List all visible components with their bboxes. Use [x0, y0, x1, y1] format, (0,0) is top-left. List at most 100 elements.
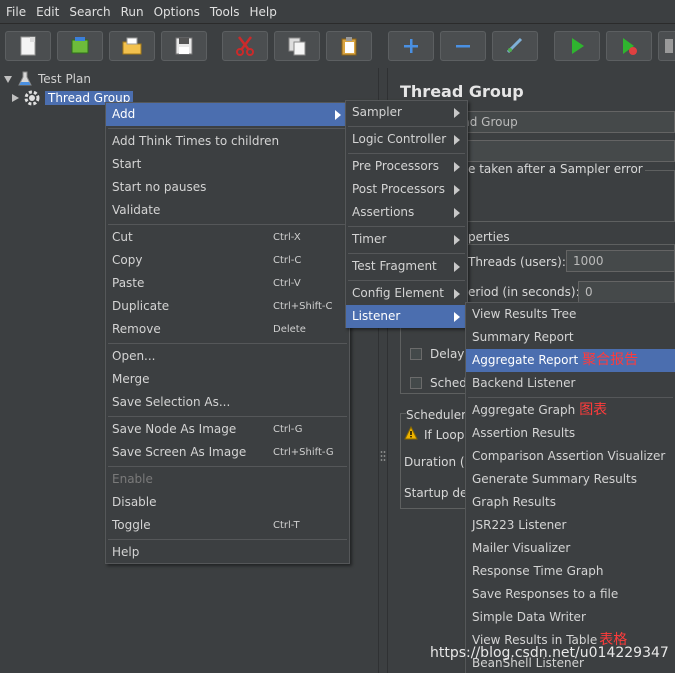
menu-item-label: Pre Processors [352, 159, 439, 173]
menu-item-comparison-assertion-visualizer[interactable]: Comparison Assertion Visualizer [466, 445, 675, 468]
threads-input[interactable]: 1000 [566, 250, 675, 272]
toggle-button[interactable] [492, 31, 538, 61]
menu-item-listener[interactable]: Listener [346, 305, 467, 328]
menu-separator [348, 226, 465, 227]
save-icon [175, 37, 193, 55]
copy-icon [288, 37, 306, 56]
menu-item-label: Add [112, 107, 136, 121]
menu-run[interactable]: Run [117, 0, 150, 24]
delay-checkbox[interactable] [410, 348, 422, 360]
comments-field[interactable] [448, 140, 675, 162]
menu-item-simple-data-writer[interactable]: Simple Data Writer [466, 606, 675, 629]
menu-item-start[interactable]: Start [106, 153, 349, 176]
menu-item-assertion-results[interactable]: Assertion Results [466, 422, 675, 445]
menu-item-summary-report[interactable]: Summary Report [466, 326, 675, 349]
menu-item-test-fragment[interactable]: Test Fragment [346, 255, 467, 278]
save-button[interactable] [161, 31, 207, 61]
menu-item-save-screen-image[interactable]: Save Screen As Image Ctrl+Shift-G [106, 441, 349, 464]
context-menu: Add Add Think Times to children Start St… [105, 102, 350, 564]
delay-label: Delay [430, 347, 465, 361]
menu-item-copy[interactable]: Copy Ctrl-C [106, 249, 349, 272]
menu-item-config-element[interactable]: Config Element [346, 282, 467, 305]
stop-button[interactable] [658, 31, 675, 61]
new-button[interactable] [5, 31, 51, 61]
menu-item-sampler[interactable]: Sampler [346, 101, 467, 124]
watermark-text: https://blog.csdn.net/u014229347 [430, 645, 669, 661]
menu-item-add[interactable]: Add [106, 103, 349, 126]
ramp-up-input[interactable]: 0 [578, 281, 675, 303]
menu-item-disable[interactable]: Disable [106, 491, 349, 514]
submenu-arrow-icon [335, 110, 341, 120]
menu-item-save-selection[interactable]: Save Selection As... [106, 391, 349, 414]
menu-item-add-think-times[interactable]: Add Think Times to children [106, 130, 349, 153]
cut-button[interactable] [222, 31, 268, 61]
tree-node-test-plan[interactable]: Test Plan [4, 70, 91, 88]
menu-item-label: Aggregate Report [472, 353, 579, 367]
splitter-grip-icon[interactable] [380, 450, 386, 464]
toolbar [0, 24, 675, 68]
menu-item-post-processors[interactable]: Post Processors [346, 178, 467, 201]
submenu-arrow-icon [454, 185, 460, 195]
menu-item-remove[interactable]: Remove Delete [106, 318, 349, 341]
annotation-label: 图表 [579, 402, 608, 418]
stop-icon [665, 39, 673, 53]
menu-tools[interactable]: Tools [206, 0, 246, 24]
submenu-arrow-icon [454, 235, 460, 245]
scheduler-checkbox[interactable] [410, 377, 422, 389]
menu-separator [348, 126, 465, 127]
menu-edit[interactable]: Edit [32, 0, 65, 24]
menu-item-help[interactable]: Help [106, 541, 349, 564]
menu-item-enable: Enable [112, 472, 153, 486]
menu-item-backend-listener[interactable]: Backend Listener [466, 372, 675, 395]
expand-all-button[interactable] [388, 31, 434, 61]
menu-item-save-responses[interactable]: Save Responses to a file [466, 583, 675, 606]
menu-item-paste[interactable]: Paste Ctrl-V [106, 272, 349, 295]
panel-title: Thread Group [400, 82, 524, 101]
expanded-arrow-icon[interactable] [4, 75, 12, 83]
menu-search[interactable]: Search [65, 0, 116, 24]
toggle-icon [506, 37, 523, 54]
menu-file[interactable]: File [2, 0, 32, 24]
menu-item-response-time-graph[interactable]: Response Time Graph [466, 560, 675, 583]
shortcut-label: Ctrl-V [273, 278, 301, 289]
menu-item-merge[interactable]: Merge [106, 368, 349, 391]
menu-item-jsr223-listener[interactable]: JSR223 Listener [466, 514, 675, 537]
shortcut-label: Ctrl+Shift-G [273, 447, 334, 458]
cut-icon [236, 36, 254, 56]
paste-button[interactable] [326, 31, 372, 61]
menu-item-toggle[interactable]: Toggle Ctrl-T [106, 514, 349, 537]
menu-item-label: Config Element [352, 286, 444, 300]
name-field[interactable]: ead Group [448, 111, 675, 133]
menu-help[interactable]: Help [245, 0, 282, 24]
new-icon [20, 36, 36, 56]
menu-item-label: Cut [112, 230, 133, 244]
menu-options[interactable]: Options [150, 0, 206, 24]
menu-item-open[interactable]: Open... [106, 345, 349, 368]
templates-button[interactable] [57, 31, 103, 61]
start-no-pauses-button[interactable] [606, 31, 652, 61]
menu-item-duplicate[interactable]: Duplicate Ctrl+Shift-C [106, 295, 349, 318]
collapse-all-button[interactable] [440, 31, 486, 61]
menu-item-validate[interactable]: Validate [106, 199, 349, 222]
collapsed-arrow-icon[interactable] [12, 94, 19, 102]
menu-item-start-no-pauses[interactable]: Start no pauses [106, 176, 349, 199]
start-button[interactable] [554, 31, 600, 61]
menu-item-timer[interactable]: Timer [346, 228, 467, 251]
menu-item-save-node-image[interactable]: Save Node As Image Ctrl-G [106, 418, 349, 441]
menu-item-cut[interactable]: Cut Ctrl-X [106, 226, 349, 249]
menu-separator [348, 253, 465, 254]
shortcut-label: Delete [273, 324, 306, 335]
menu-item-assertions[interactable]: Assertions [346, 201, 467, 224]
menu-item-mailer-visualizer[interactable]: Mailer Visualizer [466, 537, 675, 560]
menu-item-aggregate-graph[interactable]: Aggregate Graph 图表 [466, 399, 675, 422]
copy-button[interactable] [274, 31, 320, 61]
menu-item-aggregate-report[interactable]: Aggregate Report 聚合报告 [466, 349, 675, 372]
menu-item-view-results-tree[interactable]: View Results Tree [466, 303, 675, 326]
menu-item-generate-summary-results[interactable]: Generate Summary Results [466, 468, 675, 491]
open-button[interactable] [109, 31, 155, 61]
menu-item-label: Timer [352, 232, 387, 246]
menu-item-pre-processors[interactable]: Pre Processors [346, 155, 467, 178]
menu-separator [108, 343, 347, 344]
menu-item-graph-results[interactable]: Graph Results [466, 491, 675, 514]
menu-item-logic-controller[interactable]: Logic Controller [346, 128, 467, 151]
